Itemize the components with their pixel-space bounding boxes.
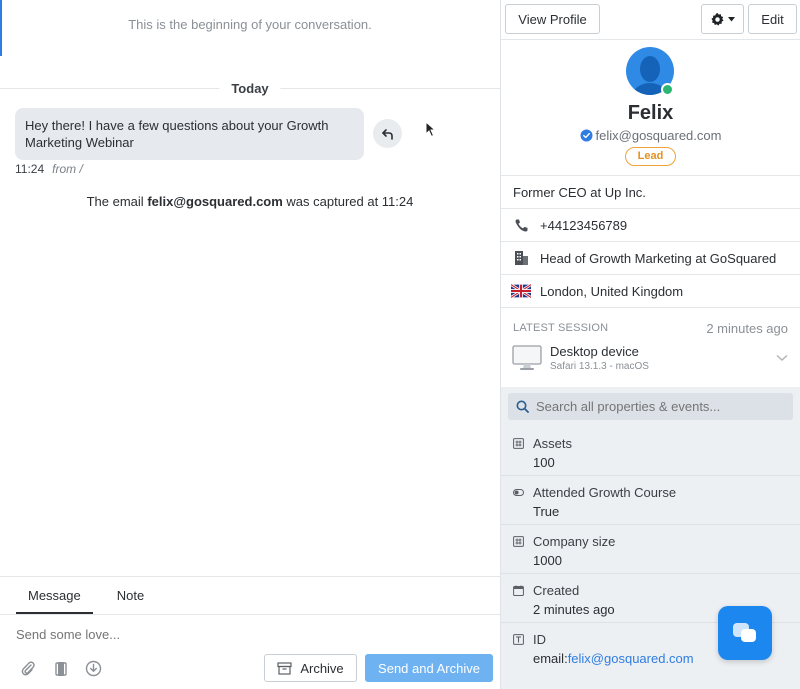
gear-icon <box>711 12 724 26</box>
phone-icon <box>511 218 531 233</box>
latest-session[interactable]: LATEST SESSION 2 minutes ago Desktop dev… <box>501 309 800 387</box>
message-input[interactable] <box>16 627 476 642</box>
online-status-dot <box>661 83 674 96</box>
caret-down-icon <box>728 16 735 21</box>
location-row: London, United Kingdom <box>501 275 800 308</box>
captured-suffix: was captured at 11:24 <box>282 194 414 209</box>
property-name: ID <box>533 632 546 647</box>
contact-email-row: felix@gosquared.com <box>501 128 800 143</box>
session-heading: LATEST SESSION <box>513 322 609 334</box>
property-value: True <box>533 504 560 519</box>
bio-text: Former CEO at Up Inc. <box>513 184 646 200</box>
saved-replies-button[interactable] <box>51 659 70 678</box>
property-value: 2 minutes ago <box>533 602 615 617</box>
message-source: from / <box>52 162 83 176</box>
location-text: London, United Kingdom <box>540 283 684 299</box>
property-name: Attended Growth Course <box>533 485 677 500</box>
calendar-icon <box>513 585 524 596</box>
message-bubble: Hey there! I have a few questions about … <box>15 108 364 160</box>
chat-launcher-button[interactable] <box>718 606 772 660</box>
contact-email: felix@gosquared.com <box>595 128 722 143</box>
day-separator: Today <box>0 81 500 96</box>
session-time: 2 minutes ago <box>706 321 788 336</box>
download-button[interactable] <box>84 659 103 678</box>
reply-icon <box>381 128 393 140</box>
tab-message[interactable]: Message <box>16 577 93 614</box>
archive-label: Archive <box>300 660 344 676</box>
reply-button[interactable] <box>373 119 402 148</box>
property-attended-growth-course: Attended Growth Course True <box>501 476 800 525</box>
property-name: Company size <box>533 534 616 549</box>
conversation-pane: This is the beginning of your conversati… <box>0 0 501 689</box>
captured-prefix: The email <box>86 194 148 209</box>
company-row: Head of Growth Marketing at GoSquared <box>501 242 800 275</box>
message-meta: 11:24 from / <box>15 162 83 176</box>
property-name: Assets <box>533 436 573 451</box>
book-icon <box>54 661 67 676</box>
email-captured-notice: The email felix@gosquared.com was captur… <box>0 194 500 209</box>
settings-button[interactable] <box>701 4 744 34</box>
desktop-monitor-icon <box>512 345 542 370</box>
view-profile-button[interactable]: View Profile <box>505 4 600 34</box>
building-icon <box>511 250 531 266</box>
contact-name: Felix <box>627 102 674 124</box>
chevron-down-icon[interactable] <box>776 354 788 362</box>
download-circle-icon <box>85 660 102 677</box>
send-and-archive-button[interactable]: Send and Archive <box>365 654 493 682</box>
text-icon <box>513 634 524 645</box>
captured-email: felix@gosquared.com <box>147 194 283 209</box>
property-value: 100 <box>533 455 555 470</box>
composer: Message Note Send some love... Archive S… <box>0 576 500 689</box>
paperclip-icon <box>21 661 35 676</box>
bio-row: Former CEO at Up Inc. <box>501 176 800 209</box>
hash-icon <box>513 536 524 547</box>
phone-text: +44123456789 <box>540 217 628 233</box>
edit-button[interactable]: Edit <box>748 4 797 34</box>
verified-check-icon <box>580 129 593 142</box>
composer-tabs: Message Note <box>16 577 156 614</box>
property-value: email:felix@gosquared.com <box>533 651 694 666</box>
session-device: Desktop device <box>550 344 639 359</box>
property-assets: Assets 100 <box>501 427 800 476</box>
company-text: Head of Growth Marketing at GoSquared <box>540 250 777 266</box>
session-browser: Safari 13.1.3 - macOS <box>550 361 649 372</box>
uk-flag-icon <box>511 284 531 298</box>
property-company-size: Company size 1000 <box>501 525 800 574</box>
attach-button[interactable] <box>18 659 37 678</box>
lead-badge: Lead <box>625 147 676 166</box>
property-search[interactable] <box>508 393 793 420</box>
conversation-start-text: This is the beginning of your conversati… <box>128 17 372 32</box>
profile-panel: View Profile Edit Felix felix@gosquared.… <box>501 0 800 689</box>
property-search-input[interactable] <box>536 399 776 414</box>
tab-note[interactable]: Note <box>105 577 156 614</box>
chat-bubbles-icon <box>733 623 756 642</box>
tab-divider <box>0 614 500 615</box>
toggle-icon <box>513 489 524 496</box>
archive-icon <box>277 661 292 675</box>
mouse-cursor-icon <box>425 121 437 138</box>
archive-button[interactable]: Archive <box>264 654 357 682</box>
hash-icon <box>513 438 524 449</box>
message-time: 11:24 <box>15 162 45 176</box>
id-email-link[interactable]: felix@gosquared.com <box>568 651 694 666</box>
property-value: 1000 <box>533 553 562 568</box>
phone-row[interactable]: +44123456789 <box>501 209 800 242</box>
profile-toolbar: View Profile Edit <box>501 0 800 40</box>
composer-tools <box>18 659 103 678</box>
id-prefix: email: <box>533 651 568 666</box>
day-label: Today <box>219 81 281 96</box>
search-icon <box>516 400 529 413</box>
property-name: Created <box>533 583 580 598</box>
profile-header: Felix felix@gosquared.com Lead <box>501 40 800 176</box>
